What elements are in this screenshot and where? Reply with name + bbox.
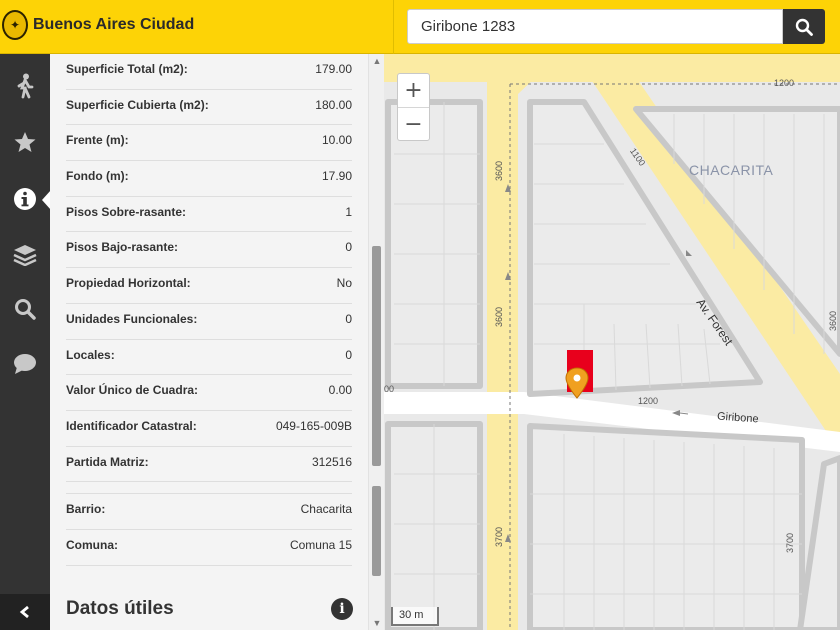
attribute-label: Unidades Funcionales: (66, 311, 198, 326)
attribute-label: Partida Matriz: (66, 454, 149, 469)
attribute-value: 10.00 (321, 133, 352, 148)
street-number-right-3700: 3700 (785, 532, 796, 554)
attribute-value: 180.00 (315, 97, 352, 112)
scroll-down-arrow-icon[interactable]: ▼ (369, 618, 385, 628)
attribute-value: 312516 (311, 454, 352, 469)
attribute-value: 1 (345, 204, 352, 219)
attribute-row: Superficie Total (m2): 179.00 (66, 54, 352, 90)
street-number-giribone-1200: 1200 (638, 396, 659, 406)
sidebar-item-layers[interactable] (0, 227, 50, 283)
street-number-left: 00 (384, 384, 395, 394)
attribute-label: Locales: (66, 347, 115, 362)
map-canvas[interactable] (384, 54, 840, 630)
parcel-info-panel: Superficie Total (m2): 179.00 Superficie C… (50, 54, 368, 630)
logo[interactable]: ✦ Buenos Aires Ciudad (2, 10, 194, 40)
attribute-label: Fondo (m): (66, 169, 129, 184)
attribute-label: Frente (m): (66, 133, 129, 148)
scroll-thumb[interactable] (372, 246, 381, 466)
map-scale: 30 m (391, 607, 439, 626)
attribute-row: Frente (m): 10.00 (66, 125, 352, 162)
attribute-value: 0 (345, 347, 352, 362)
attribute-value: 179.00 (315, 62, 352, 76)
star-icon (14, 132, 36, 152)
parcel-attributes: Superficie Total (m2): 179.00 Superficie C… (66, 54, 352, 566)
street-number-top-1200: 1200 (774, 78, 795, 88)
attribute-row: Identificador Catastral: 049-165-009B (66, 411, 352, 447)
map-view[interactable]: CHACARITA Av. Forest Giribone 1200 1200 … (384, 54, 840, 630)
section-gap (66, 482, 352, 495)
street-number-3600-a: 3600 (494, 160, 505, 182)
attribute-row: Comuna: Comuna 15 (66, 530, 352, 566)
street-number-3700: 3700 (494, 526, 505, 548)
attribute-label: Identificador Catastral: (66, 418, 197, 433)
attribute-row: Propiedad Horizontal: No (66, 268, 352, 304)
city-seal-icon: ✦ (2, 10, 28, 40)
attribute-row: Superficie Cubierta (m2): 180.00 (66, 90, 352, 126)
neighborhood-label: CHACARITA (689, 162, 774, 178)
divider (393, 0, 394, 54)
info-icon[interactable]: i (331, 598, 353, 620)
panel-scrollbar[interactable]: ▲ ▼ (368, 54, 384, 630)
sidebar (0, 54, 51, 630)
chevron-left-icon (19, 605, 29, 619)
street-number-3600-b: 3600 (494, 306, 505, 328)
attribute-row: Partida Matriz: 312516 (66, 447, 352, 483)
street-number-right-3600: 3600 (828, 310, 839, 332)
attribute-label: Pisos Bajo-rasante: (66, 240, 179, 255)
address-search-input[interactable] (407, 9, 783, 44)
attribute-row: Unidades Funcionales: 0 (66, 304, 352, 340)
attribute-label: Comuna: (66, 537, 118, 552)
datos-utiles-header[interactable]: Datos útiles i (50, 588, 368, 630)
walk-icon (17, 73, 34, 99)
scroll-thumb-secondary[interactable] (372, 486, 381, 576)
attribute-row: Barrio: Chacarita (66, 494, 352, 530)
search-icon (795, 18, 813, 36)
search-icon (15, 299, 36, 320)
attribute-value: Comuna 15 (289, 537, 352, 552)
info-icon (14, 188, 36, 210)
attribute-row: Pisos Bajo-rasante: 0 (66, 232, 352, 269)
zoom-out-button[interactable]: − (398, 107, 429, 140)
attribute-row: Pisos Sobre-rasante: 1 (66, 197, 352, 233)
sidebar-item-walk[interactable] (0, 58, 50, 114)
attribute-value: 17.90 (321, 169, 352, 184)
brand-name: Buenos Aires Ciudad (33, 16, 195, 33)
sidebar-item-chat[interactable] (0, 336, 50, 392)
scroll-up-arrow-icon[interactable]: ▲ (369, 56, 385, 66)
attribute-row: Locales: 0 (66, 340, 352, 376)
layers-icon (13, 245, 37, 266)
attribute-label: Valor Único de Cuadra: (66, 383, 199, 398)
attribute-label: Pisos Sobre-rasante: (66, 204, 187, 219)
attribute-value: 0 (345, 240, 352, 255)
zoom-control: + − (397, 73, 430, 141)
attribute-label: Superficie Cubierta (m2): (66, 97, 209, 112)
attribute-label: Barrio: (66, 502, 106, 517)
search-button[interactable] (783, 9, 825, 44)
sidebar-item-favorites[interactable] (0, 114, 50, 170)
attribute-value: Chacarita (300, 502, 352, 517)
datos-utiles-title: Datos útiles (66, 598, 174, 619)
attribute-label: Superficie Total (m2): (66, 62, 188, 76)
attribute-value: 049-165-009B (275, 418, 352, 433)
zoom-in-button[interactable]: + (398, 74, 429, 107)
chat-icon (14, 354, 36, 374)
attribute-value: 0 (345, 311, 352, 326)
attribute-row: Valor Único de Cuadra: 0.00 (66, 375, 352, 411)
attribute-value: No (336, 276, 352, 291)
sidebar-item-search[interactable] (0, 281, 50, 337)
attribute-row: Fondo (m): 17.90 (66, 161, 352, 197)
top-bar: ✦ Buenos Aires Ciudad (0, 0, 840, 54)
attribute-label: Propiedad Horizontal: (66, 276, 191, 291)
collapse-panel-button[interactable] (0, 594, 50, 630)
attribute-value: 0.00 (328, 383, 352, 398)
